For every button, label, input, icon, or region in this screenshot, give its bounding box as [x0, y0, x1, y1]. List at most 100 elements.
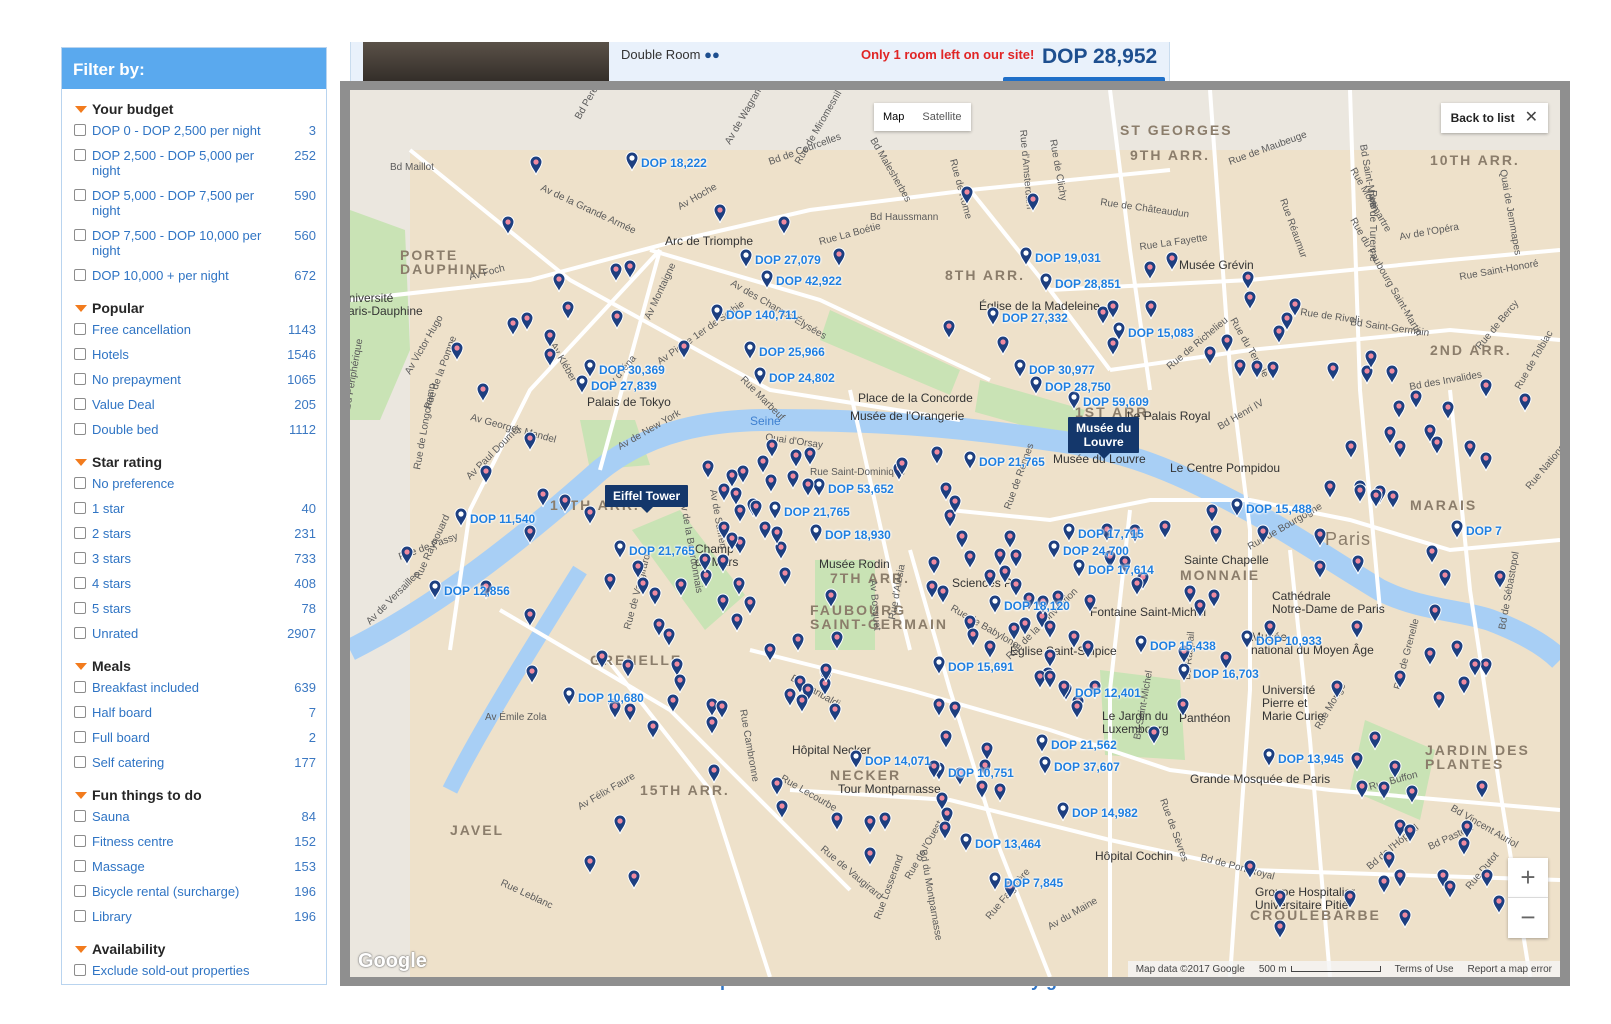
hotel-price-label[interactable]: DOP 12,401: [1075, 686, 1141, 700]
hotel-price-label[interactable]: DOP 17,614: [1088, 563, 1154, 577]
hotel-price-label[interactable]: DOP 14,071: [865, 754, 931, 768]
filter-checkbox[interactable]: [74, 835, 86, 847]
filter-option-label[interactable]: DOP 0 - DOP 2,500 per night: [86, 123, 309, 138]
filter-option-label[interactable]: 2 stars: [86, 526, 294, 541]
filter-option-label[interactable]: Double bed: [86, 422, 289, 437]
hotel-price-label[interactable]: DOP 10,751: [948, 766, 1014, 780]
filter-checkbox[interactable]: [74, 731, 86, 743]
hotel-price-label[interactable]: DOP 12,856: [444, 584, 510, 598]
zoom-out-button[interactable]: −: [1508, 898, 1548, 938]
filter-option[interactable]: Half board 7: [62, 700, 326, 725]
hotel-price-label[interactable]: DOP 30,369: [599, 363, 665, 377]
filter-checkbox[interactable]: [74, 189, 86, 201]
filter-checkbox[interactable]: [74, 348, 86, 360]
hotel-price-label[interactable]: DOP 140,711: [726, 308, 798, 322]
filter-option-label[interactable]: Library: [86, 909, 294, 924]
filter-checkbox[interactable]: [74, 681, 86, 693]
filter-option[interactable]: No preference: [62, 471, 326, 496]
filter-option[interactable]: 4 stars 408: [62, 571, 326, 596]
hotel-price-label[interactable]: DOP 18,222: [641, 156, 707, 170]
map-type-toggle[interactable]: Map Satellite: [874, 103, 971, 131]
filter-option[interactable]: DOP 7,500 - DOP 10,000 per night 560: [62, 223, 326, 263]
filter-option-label[interactable]: Self catering: [86, 755, 294, 770]
filter-option-label[interactable]: Value Deal: [86, 397, 294, 412]
hotel-price-label[interactable]: DOP 21,765: [784, 505, 850, 519]
filter-section-title[interactable]: Fun things to do: [62, 787, 326, 804]
filter-checkbox[interactable]: [74, 552, 86, 564]
filter-option-label[interactable]: DOP 2,500 - DOP 5,000 per night: [86, 148, 294, 178]
filter-checkbox[interactable]: [74, 502, 86, 514]
filter-option-label[interactable]: No preference: [86, 476, 316, 491]
hotel-price-label[interactable]: DOP 11,540: [470, 512, 535, 526]
filter-checkbox[interactable]: [74, 964, 86, 976]
filter-option[interactable]: Sauna 84: [62, 804, 326, 829]
filter-checkbox[interactable]: [74, 706, 86, 718]
filter-checkbox[interactable]: [74, 149, 86, 161]
filter-option-label[interactable]: 4 stars: [86, 576, 294, 591]
filter-option[interactable]: 1 star 40: [62, 496, 326, 521]
filter-option[interactable]: Fitness centre 152: [62, 829, 326, 854]
filter-checkbox[interactable]: [74, 323, 86, 335]
hotel-price-label[interactable]: DOP 7: [1466, 524, 1502, 538]
landmark-callout[interactable]: Musée du Louvre: [1068, 417, 1140, 459]
filter-option-label[interactable]: Bicycle rental (surcharge): [86, 884, 294, 899]
hotel-price-label[interactable]: DOP 37,607: [1054, 760, 1120, 774]
hotel-price-label[interactable]: DOP 28,750: [1045, 380, 1111, 394]
hotel-price-label[interactable]: DOP 13,945: [1278, 752, 1344, 766]
filter-checkbox[interactable]: [74, 602, 86, 614]
hotel-price-label[interactable]: DOP 42,922: [776, 274, 842, 288]
map-canvas[interactable]: ST GEORGES 9TH ARR. 10TH ARR. 8TH ARR. 2ND A…: [350, 90, 1560, 977]
hotel-price-label[interactable]: DOP 24,802: [769, 371, 835, 385]
filter-option[interactable]: Massage 153: [62, 854, 326, 879]
filter-option-label[interactable]: 3 stars: [86, 551, 294, 566]
filter-option-label[interactable]: Free cancellation: [86, 322, 288, 337]
filter-option-label[interactable]: 1 star: [86, 501, 302, 516]
filter-option-label[interactable]: Fitness centre: [86, 834, 294, 849]
filter-option-label[interactable]: Unrated: [86, 626, 287, 641]
filter-option[interactable]: Exclude sold-out properties: [62, 958, 326, 983]
filter-option[interactable]: Free cancellation 1143: [62, 317, 326, 342]
hotel-price-label[interactable]: DOP 16,703: [1193, 667, 1259, 681]
hotel-price-label[interactable]: DOP 17,715: [1078, 527, 1144, 541]
close-icon[interactable]: ✕: [1525, 110, 1538, 126]
hotel-price-label[interactable]: DOP 30,977: [1029, 363, 1095, 377]
filter-section-title[interactable]: Availability: [62, 941, 326, 958]
back-to-list-button[interactable]: Back to list ✕: [1440, 103, 1548, 133]
filter-checkbox[interactable]: [74, 910, 86, 922]
hotel-price-label[interactable]: DOP 25,966: [759, 345, 825, 359]
filter-checkbox[interactable]: [74, 885, 86, 897]
filter-option-label[interactable]: Massage: [86, 859, 294, 874]
filter-section-title[interactable]: Your budget: [62, 101, 326, 118]
hotel-price-label[interactable]: DOP 27,332: [1002, 311, 1068, 325]
filter-checkbox[interactable]: [74, 398, 86, 410]
filter-option[interactable]: Double bed 1112: [62, 417, 326, 442]
hotel-price-label[interactable]: DOP 24,700: [1063, 544, 1129, 558]
filter-checkbox[interactable]: [74, 577, 86, 589]
filter-option[interactable]: Self catering 177: [62, 750, 326, 775]
hotel-price-label[interactable]: DOP 10,933: [1256, 634, 1322, 648]
filter-checkbox[interactable]: [74, 269, 86, 281]
report-error-link[interactable]: Report a map error: [1468, 964, 1552, 975]
filter-option[interactable]: DOP 0 - DOP 2,500 per night 3: [62, 118, 326, 143]
filter-option[interactable]: DOP 10,000 + per night 672: [62, 263, 326, 288]
filter-option[interactable]: Unrated 2907: [62, 621, 326, 646]
filter-checkbox[interactable]: [74, 477, 86, 489]
hotel-price-label[interactable]: DOP 15,488: [1246, 502, 1312, 516]
filter-option-label[interactable]: Breakfast included: [86, 680, 294, 695]
filter-option[interactable]: Breakfast included 639: [62, 675, 326, 700]
hotel-price-label[interactable]: DOP 14,982: [1072, 806, 1138, 820]
hotel-price-label[interactable]: DOP 19,031: [1035, 251, 1101, 265]
hotel-price-label[interactable]: DOP 15,438: [1150, 639, 1216, 653]
filter-option[interactable]: Value Deal 205: [62, 392, 326, 417]
filter-option-label[interactable]: Full board: [86, 730, 309, 745]
filter-option-label[interactable]: No prepayment: [86, 372, 287, 387]
hotel-price-label[interactable]: DOP 59,609: [1083, 395, 1149, 409]
filter-option-label[interactable]: 5 stars: [86, 601, 302, 616]
hotel-price-label[interactable]: DOP 53,652: [828, 482, 894, 496]
filter-option[interactable]: Bicycle rental (surcharge) 196: [62, 879, 326, 904]
map-type-map[interactable]: Map: [874, 103, 913, 131]
filter-option[interactable]: Hotels 1546: [62, 342, 326, 367]
filter-option-label[interactable]: Sauna: [86, 809, 302, 824]
filter-option[interactable]: DOP 2,500 - DOP 5,000 per night 252: [62, 143, 326, 183]
filter-checkbox[interactable]: [74, 756, 86, 768]
